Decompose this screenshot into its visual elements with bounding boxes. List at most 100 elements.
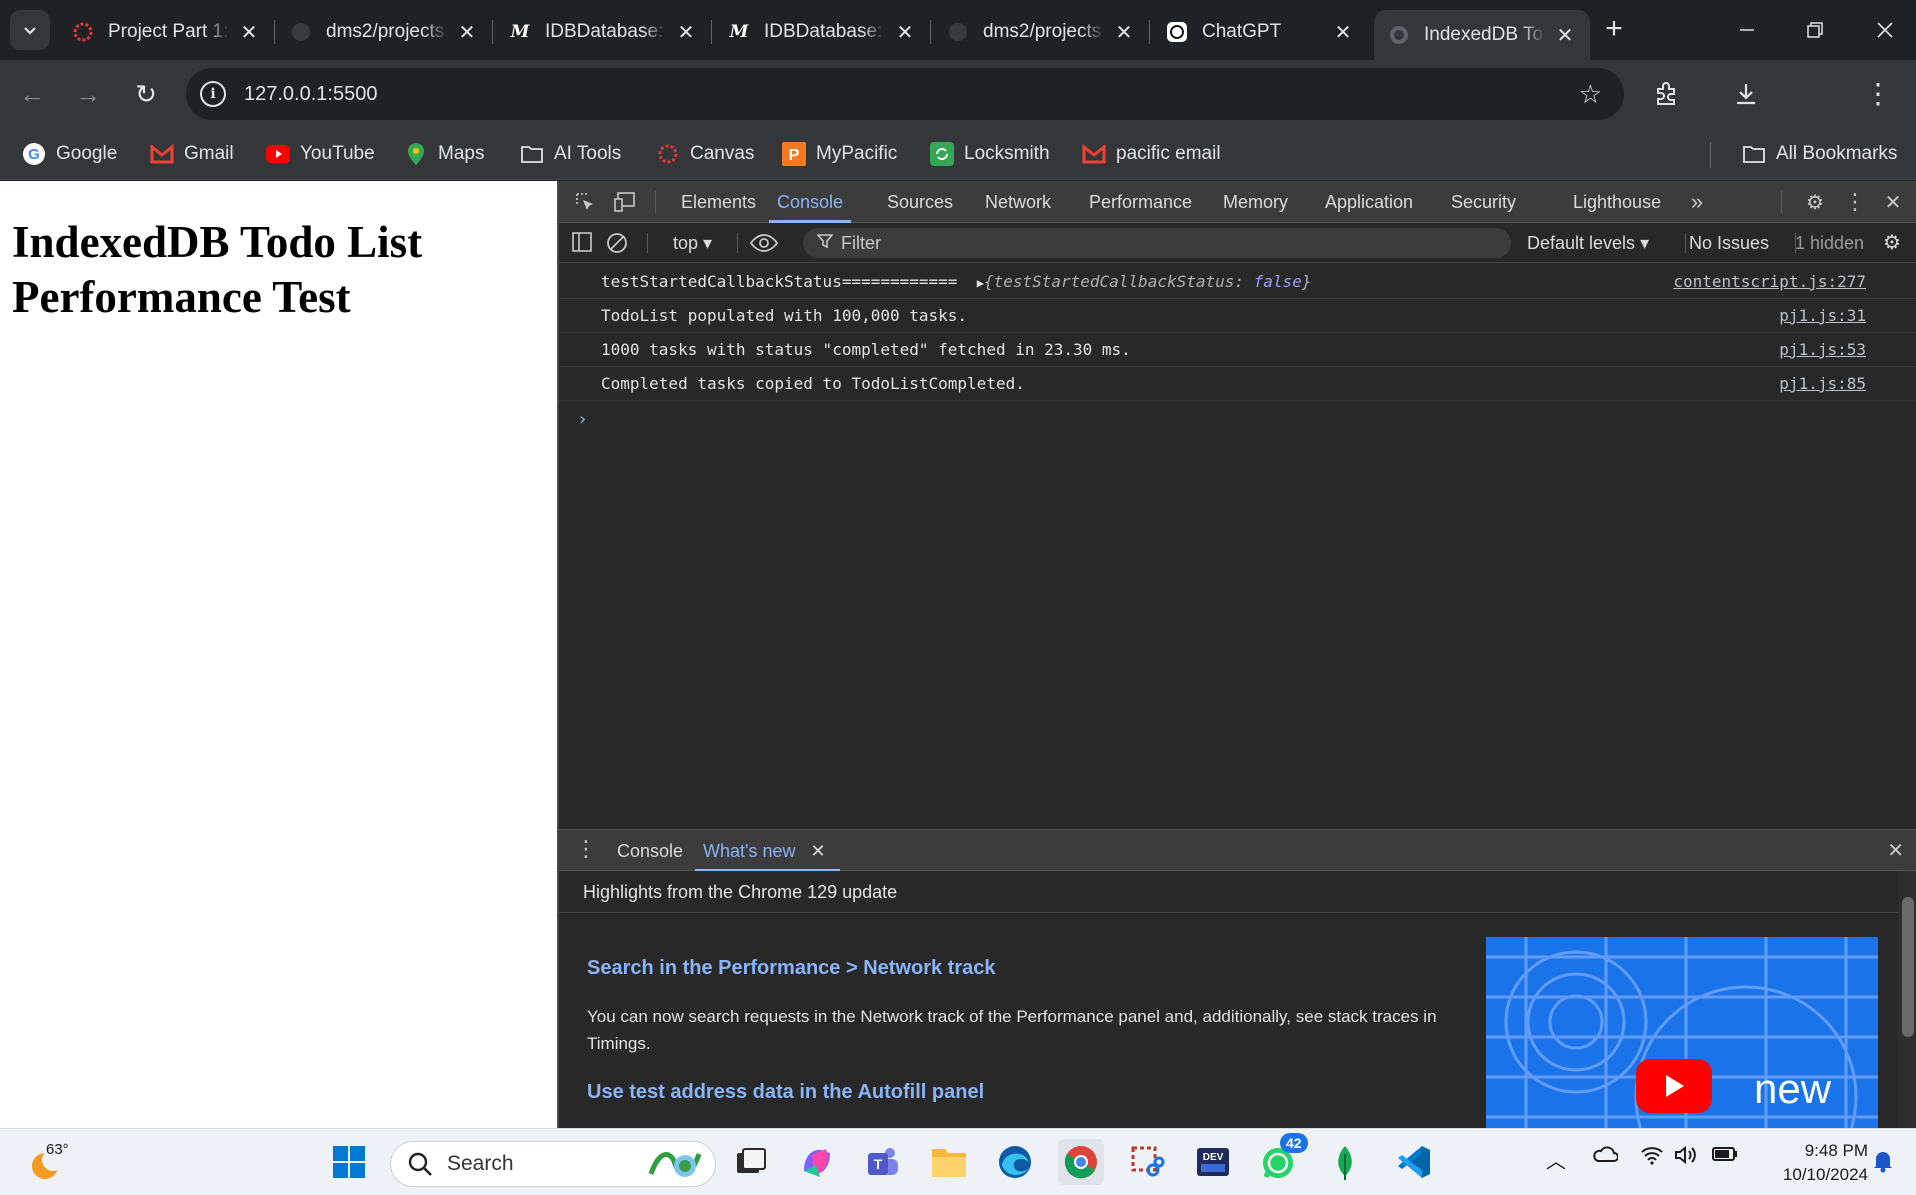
more-vert-icon[interactable]: ⋮: [1841, 189, 1869, 215]
bookmark-locksmith[interactable]: Locksmith: [930, 138, 1050, 170]
taskbar-search[interactable]: Search: [390, 1141, 716, 1187]
expand-triangle-icon[interactable]: ▶: [977, 276, 984, 290]
snipping-tool-app[interactable]: [1124, 1139, 1170, 1185]
bookmark-mypacific[interactable]: P MyPacific: [782, 138, 897, 170]
console-source-link[interactable]: pj1.js:31: [1779, 306, 1866, 325]
edge-app[interactable]: [992, 1139, 1038, 1185]
sidebar-toggle-icon[interactable]: [571, 231, 597, 255]
whatsapp-app[interactable]: 42: [1256, 1133, 1308, 1185]
bookmark-gmail[interactable]: Gmail: [150, 138, 234, 170]
forward-button[interactable]: →: [68, 74, 108, 114]
vscode-app[interactable]: [1390, 1139, 1436, 1185]
minimize-button[interactable]: [1712, 0, 1782, 60]
file-explorer-app[interactable]: [926, 1139, 972, 1185]
tab-application[interactable]: Application: [1325, 181, 1413, 223]
tab-memory[interactable]: Memory: [1223, 181, 1288, 223]
tab-elements[interactable]: Elements: [681, 181, 756, 223]
console-source-link[interactable]: contentscript.js:277: [1673, 272, 1866, 291]
drawer-tab-whats-new[interactable]: What's new ✕: [695, 830, 840, 872]
clear-console-icon[interactable]: [605, 231, 629, 260]
bookmark-folder-ai-tools[interactable]: AI Tools: [520, 138, 621, 170]
taskbar-clock[interactable]: 9:48 PM 10/10/2024: [1748, 1139, 1868, 1187]
more-tabs-icon[interactable]: »: [1683, 189, 1711, 215]
notification-bell-icon[interactable]: [1872, 1149, 1894, 1178]
close-icon[interactable]: ✕: [456, 20, 478, 45]
bookmark-google[interactable]: G Google: [22, 138, 117, 170]
drawer-close-icon[interactable]: ✕: [1887, 838, 1904, 863]
browser-tab[interactable]: ChatGPT ✕: [1152, 10, 1368, 54]
console-filter-input[interactable]: Filter: [803, 228, 1511, 258]
console-source-link[interactable]: pj1.js:53: [1779, 340, 1866, 359]
close-icon[interactable]: ✕: [1113, 20, 1135, 45]
close-icon[interactable]: ✕: [675, 20, 697, 45]
address-url[interactable]: 127.0.0.1:5500: [244, 83, 377, 106]
eye-icon[interactable]: [749, 231, 779, 260]
browser-tab[interactable]: M IDBDatabase: ✕: [495, 10, 712, 54]
drawer-tab-console[interactable]: Console: [617, 830, 683, 872]
console-prompt-icon[interactable]: ›: [577, 409, 588, 430]
inspect-element-icon[interactable]: [571, 189, 599, 215]
console-settings-gear-icon[interactable]: ⚙: [1883, 223, 1901, 263]
teams-app[interactable]: T: [860, 1139, 906, 1185]
new-tab-button[interactable]: +: [1596, 12, 1632, 48]
whats-new-video-thumbnail[interactable]: new: [1486, 937, 1878, 1128]
close-icon[interactable]: ✕: [894, 20, 916, 45]
drawer-menu-icon[interactable]: ⋮: [575, 836, 597, 862]
browser-tab[interactable]: dms2/projects ✕: [276, 10, 493, 54]
mongodb-compass-app[interactable]: [1322, 1139, 1368, 1185]
onedrive-icon[interactable]: [1592, 1145, 1619, 1169]
copilot-app[interactable]: [794, 1139, 840, 1185]
browser-tab-active[interactable]: IndexedDB To ✕: [1374, 10, 1590, 60]
bookmark-maps[interactable]: Maps: [404, 138, 484, 170]
dev-home-app[interactable]: DEV: [1190, 1139, 1236, 1185]
downloads-button[interactable]: [1726, 74, 1766, 114]
tab-sources[interactable]: Sources: [887, 181, 953, 223]
console-source-link[interactable]: pj1.js:85: [1779, 374, 1866, 393]
device-toolbar-icon[interactable]: [611, 189, 639, 215]
bookmark-youtube[interactable]: YouTube: [266, 138, 375, 170]
console-object[interactable]: {testStartedCallbackStatus: false}: [984, 272, 1312, 291]
extensions-button[interactable]: [1646, 74, 1686, 114]
restore-button[interactable]: [1780, 0, 1850, 60]
tab-search-button[interactable]: [10, 10, 50, 50]
volume-icon[interactable]: [1674, 1145, 1698, 1171]
window-close-button[interactable]: [1850, 0, 1916, 60]
bookmark-pacific-email[interactable]: pacific email: [1082, 138, 1221, 170]
back-button[interactable]: ←: [12, 74, 52, 114]
close-icon[interactable]: ✕: [1332, 20, 1354, 45]
browser-tab[interactable]: dms2/projects ✕: [933, 10, 1150, 54]
scrollbar-thumb[interactable]: [1902, 897, 1914, 1037]
issues-button[interactable]: No Issues: [1689, 223, 1769, 263]
browser-tab[interactable]: M IDBDatabase: ✕: [714, 10, 931, 54]
drawer-scrollbar[interactable]: [1898, 871, 1916, 1128]
close-icon[interactable]: ✕: [238, 20, 260, 45]
tab-performance[interactable]: Performance: [1089, 181, 1192, 223]
tab-security[interactable]: Security: [1451, 181, 1516, 223]
log-levels-dropdown[interactable]: Default levels ▾: [1527, 223, 1649, 263]
youtube-play-icon[interactable]: [1636, 1059, 1712, 1113]
close-icon[interactable]: ✕: [1554, 23, 1576, 48]
address-bar[interactable]: i 127.0.0.1:5500 ☆: [186, 68, 1624, 120]
whats-new-item-title[interactable]: Search in the Performance > Network trac…: [587, 957, 996, 980]
wifi-icon[interactable]: [1640, 1145, 1664, 1171]
tab-console[interactable]: Console: [769, 181, 852, 223]
reload-button[interactable]: ↻: [126, 74, 166, 114]
star-icon[interactable]: ☆: [1579, 79, 1602, 110]
browser-tab[interactable]: Project Part 1: ✕: [58, 10, 275, 54]
tab-network[interactable]: Network: [985, 181, 1051, 223]
close-icon[interactable]: ✕: [1879, 189, 1907, 215]
battery-icon[interactable]: [1712, 1145, 1738, 1168]
close-icon[interactable]: ✕: [811, 841, 826, 861]
browser-menu-button[interactable]: ⋮: [1858, 74, 1898, 114]
context-selector[interactable]: top ▾: [673, 223, 712, 263]
site-info-icon[interactable]: i: [200, 81, 226, 107]
whats-new-item-title[interactable]: Use test address data in the Autofill pa…: [587, 1081, 984, 1104]
all-bookmarks[interactable]: All Bookmarks: [1742, 138, 1897, 170]
start-button[interactable]: [326, 1139, 372, 1185]
chevron-up-icon[interactable]: ︿: [1546, 1145, 1566, 1174]
task-view-app[interactable]: [728, 1139, 774, 1185]
chrome-app[interactable]: [1058, 1139, 1104, 1185]
gear-icon[interactable]: ⚙: [1801, 189, 1829, 215]
tab-lighthouse[interactable]: Lighthouse: [1573, 181, 1661, 223]
bookmark-canvas[interactable]: Canvas: [656, 138, 754, 170]
